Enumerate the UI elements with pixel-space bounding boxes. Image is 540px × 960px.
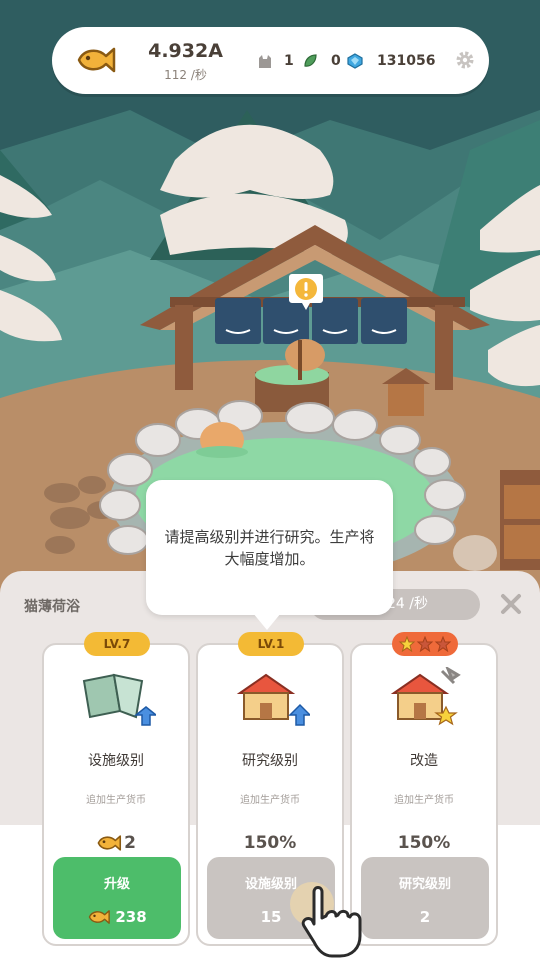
button-cost-value: 15 bbox=[260, 908, 282, 926]
button-cost: 238 bbox=[53, 908, 181, 926]
button-label: 研究级别 bbox=[398, 877, 451, 892]
leaf-count: 0 bbox=[331, 53, 341, 69]
gem-icon bbox=[347, 53, 363, 69]
renovate-button[interactable]: 研究级别 2 bbox=[361, 857, 489, 939]
house-upgrade-icon bbox=[236, 673, 310, 726]
panel-title: 猫薄荷浴 bbox=[24, 599, 80, 615]
tutorial-tooltip: 请提高级别并进行研究。生产将大幅度增加。 bbox=[146, 480, 393, 615]
leaf-resource bbox=[302, 50, 318, 72]
tutorial-hand-pointer-icon bbox=[290, 882, 362, 958]
star-empty-icon bbox=[434, 635, 452, 653]
star-empty-icon bbox=[416, 635, 434, 653]
card-name: 设施级别 bbox=[88, 753, 144, 769]
level-badge: LV.1 bbox=[238, 632, 304, 656]
button-cost-value: 238 bbox=[115, 908, 147, 926]
currency-value: 4.932A bbox=[148, 40, 223, 62]
house-renovate-icon bbox=[390, 667, 461, 726]
card-name: 研究级别 bbox=[242, 753, 298, 769]
facility-level-card: LV.7 设施级别 追加生产货币 2 升级 238 bbox=[42, 632, 190, 946]
cat-resource bbox=[257, 50, 273, 72]
card-value: 150% bbox=[397, 833, 451, 853]
card-name: 改造 bbox=[410, 753, 438, 769]
button-cost: 2 bbox=[361, 908, 489, 926]
card-value-row: 2 bbox=[44, 833, 188, 853]
button-cost-value: 2 bbox=[419, 908, 431, 926]
currency-rate: 112 /秒 bbox=[164, 68, 207, 82]
tooltip-tail bbox=[253, 613, 281, 630]
card-value: 150% bbox=[243, 833, 297, 853]
cat-icon bbox=[259, 55, 271, 68]
card-description: 追加生产货币 bbox=[86, 795, 146, 806]
button-label: 升级 bbox=[103, 877, 130, 892]
renovation-card: 改造 追加生产货币 150% 研究级别 2 bbox=[350, 632, 498, 946]
leaf-icon bbox=[304, 54, 317, 67]
fish-currency-icon bbox=[77, 47, 116, 73]
fish-currency-icon bbox=[89, 910, 111, 924]
card-description: 追加生产货币 bbox=[394, 795, 454, 806]
star-rating-badge bbox=[392, 632, 458, 656]
gem-resource bbox=[347, 50, 363, 72]
gear-icon[interactable] bbox=[455, 50, 475, 70]
book-upgrade-icon bbox=[82, 673, 156, 726]
close-icon[interactable] bbox=[498, 591, 524, 617]
gem-count: 131056 bbox=[377, 53, 436, 69]
star-rating bbox=[398, 635, 452, 653]
card-description: 追加生产货币 bbox=[240, 795, 300, 806]
level-badge: LV.7 bbox=[84, 632, 150, 656]
alert-bubble-icon[interactable] bbox=[288, 272, 324, 312]
top-status-bar: 4.932A 112 /秒 1 0 131056 bbox=[52, 27, 489, 94]
upgrade-button[interactable]: 升级 238 bbox=[53, 857, 181, 939]
card-value: 2 bbox=[124, 833, 136, 853]
star-filled-icon bbox=[398, 635, 416, 653]
cat-count: 1 bbox=[284, 53, 294, 69]
fish-currency-icon bbox=[97, 835, 122, 851]
